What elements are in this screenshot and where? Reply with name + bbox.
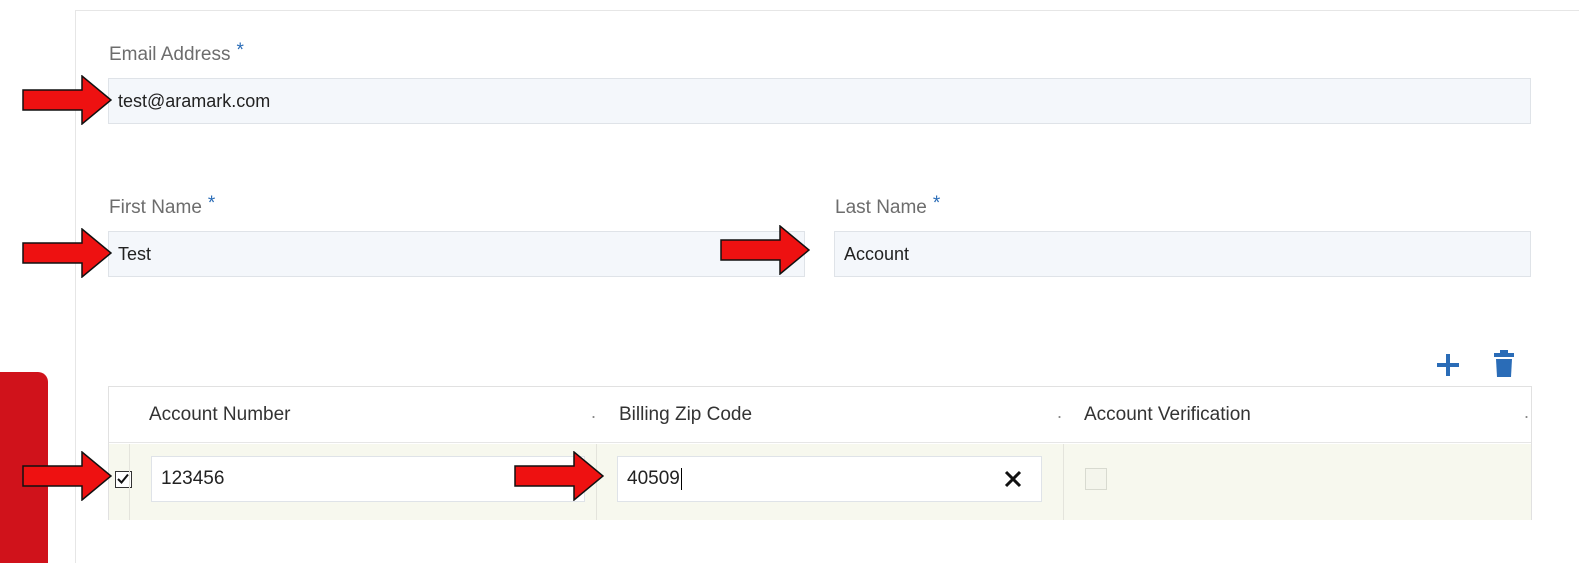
annotation-arrow-icon xyxy=(22,75,112,125)
email-field[interactable]: test@aramark.com xyxy=(108,78,1531,124)
required-asterisk: * xyxy=(207,193,216,214)
column-header-account-number[interactable]: Account Number xyxy=(149,404,291,426)
billing-zip-value: 40509 xyxy=(627,468,680,489)
required-asterisk: * xyxy=(932,193,941,214)
table-row[interactable]: 123456 40509 xyxy=(109,444,1531,520)
annotation-arrow-icon xyxy=(514,451,604,501)
close-icon[interactable] xyxy=(1003,469,1023,489)
account-verification-checkbox[interactable] xyxy=(1085,468,1107,490)
annotation-arrow-icon xyxy=(22,228,112,278)
column-menu-handle[interactable]: . xyxy=(1524,402,1529,423)
annotation-arrow-icon xyxy=(22,451,112,501)
cell-divider xyxy=(1063,444,1064,520)
email-label-text: Email Address xyxy=(109,44,231,65)
account-number-value: 123456 xyxy=(161,468,225,489)
trash-icon[interactable] xyxy=(1493,350,1519,377)
last-name-label-text: Last Name xyxy=(835,197,927,218)
first-name-value: Test xyxy=(118,243,152,264)
plus-icon[interactable] xyxy=(1435,352,1461,378)
email-label: Email Address * xyxy=(109,40,244,66)
last-name-label: Last Name * xyxy=(835,193,940,219)
required-asterisk: * xyxy=(236,40,244,61)
email-value: test@aramark.com xyxy=(118,90,271,111)
billing-zip-input[interactable]: 40509 xyxy=(617,456,1042,502)
last-name-value: Account xyxy=(844,243,910,264)
first-name-field[interactable]: Test xyxy=(108,231,805,277)
annotation-arrow-icon xyxy=(720,225,810,275)
text-caret xyxy=(680,468,682,490)
grid-header: Account Number . Billing Zip Code . Acco… xyxy=(109,387,1531,443)
cell-divider xyxy=(129,444,130,520)
first-name-label-text: First Name xyxy=(109,197,202,218)
first-name-label: First Name * xyxy=(109,193,215,219)
column-menu-handle[interactable]: . xyxy=(591,402,596,423)
column-header-billing-zip[interactable]: Billing Zip Code xyxy=(619,404,752,426)
column-menu-handle[interactable]: . xyxy=(1057,402,1062,423)
last-name-field[interactable]: Account xyxy=(834,231,1531,277)
column-header-account-verification[interactable]: Account Verification xyxy=(1084,404,1251,426)
accounts-grid: Account Number . Billing Zip Code . Acco… xyxy=(108,386,1532,520)
